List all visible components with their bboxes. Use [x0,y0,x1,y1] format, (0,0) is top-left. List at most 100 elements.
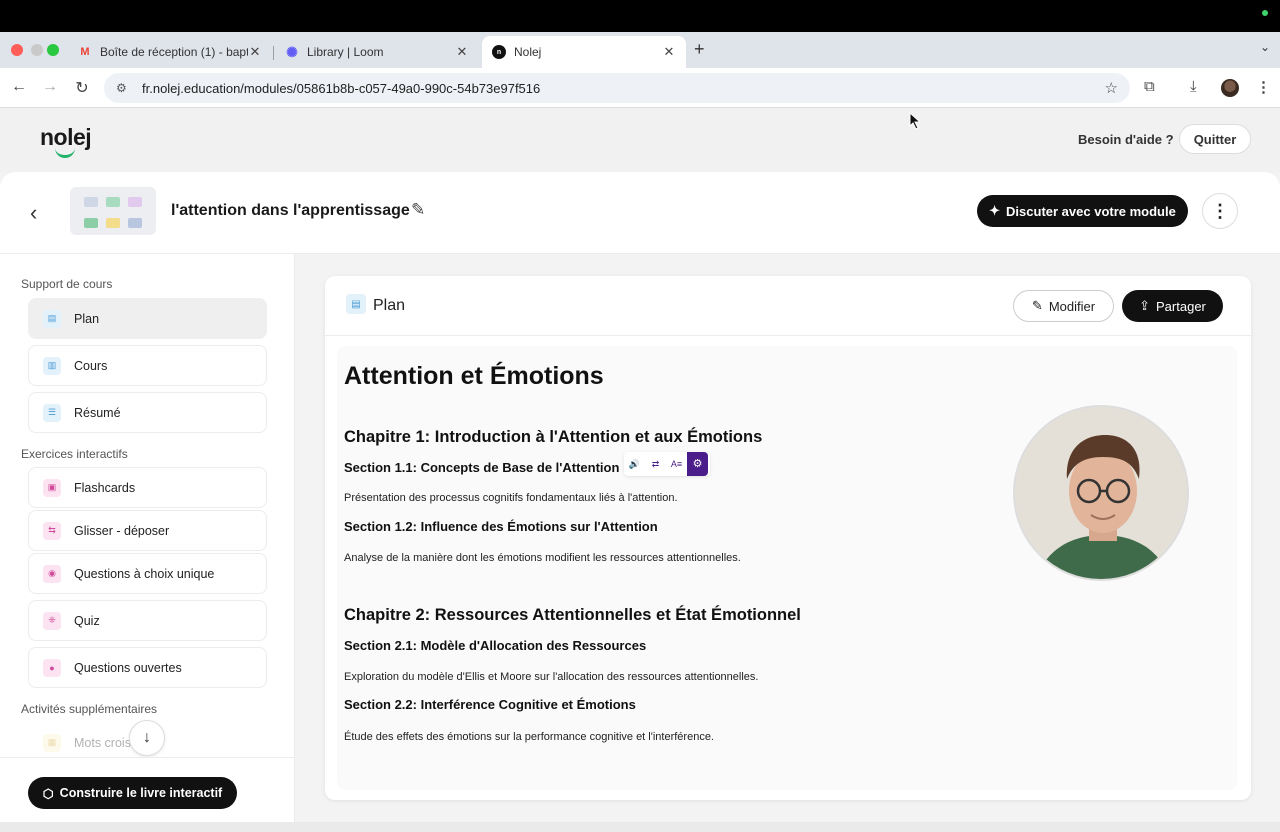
sidebar-item-open-questions[interactable]: ● Questions ouvertes [28,647,267,688]
build-interactive-book-button[interactable]: ⬡ Construire le livre interactif [28,777,237,809]
chat-button-label: Discuter avec votre module [1006,203,1176,219]
quit-button[interactable]: Quitter [1179,124,1251,154]
scroll-down-arrow-icon[interactable]: ↓ [129,720,165,756]
browser-tab-nolej[interactable]: n Nolej ✕ [482,36,686,68]
browser-tab-gmail[interactable]: M Boîte de réception (1) - baptis ✕ [68,36,272,68]
panel-header: ▤ Plan ✎ Modifier ⇪ Partager [325,276,1251,336]
tab-title: Nolej [514,45,542,59]
crossword-icon: ▦ [43,733,61,752]
build-button-label: Construire le livre interactif [59,786,223,800]
document-title: Attention et Émotions [344,362,604,390]
plan-icon: ▤ [43,309,61,328]
tab-close-icon[interactable]: ✕ [248,44,262,60]
window-close-icon[interactable] [11,44,23,56]
bookmark-star-icon[interactable]: ☆ [1105,79,1118,97]
sidebar-item-label: Flashcards [74,480,136,495]
sidebar-item-label: Plan [74,311,100,326]
app-header: nolej Besoin d'aide ? Quitter [0,108,1280,172]
speaker-icon[interactable]: 🔊 [624,459,645,470]
module-thumbnail [70,187,156,235]
modify-button[interactable]: ✎ Modifier [1013,290,1114,322]
reload-icon[interactable]: ↻ [72,78,92,98]
back-arrow-icon[interactable]: ← [9,78,29,96]
window-zoom-icon[interactable] [47,44,59,56]
presenter-video-image [1015,407,1187,579]
tab-close-icon[interactable]: ✕ [662,44,676,60]
nolej-icon: n [492,45,506,59]
cube-icon: ⬡ [42,786,54,801]
sidebar-item-label: Glisser - déposer [74,523,170,538]
sidebar-item-label: Questions à choix unique [74,566,215,581]
help-link[interactable]: Besoin d'aide ? [1078,132,1174,147]
tab-title: Boîte de réception (1) - baptis [100,45,248,59]
edit-title-pencil-icon[interactable]: ✎ [411,200,425,220]
section-title: Section 1.1: Concepts de Base de l'Atten… [344,460,620,475]
sidebar-item-cours[interactable]: ▥ Cours [28,345,267,386]
site-settings-icon[interactable]: ⚙ [116,81,130,95]
forward-arrow-icon[interactable]: → [40,78,60,96]
back-chevron-icon[interactable]: ‹ [30,200,37,226]
address-bar[interactable]: ⚙ fr.nolej.education/modules/05861b8b-c0… [104,73,1130,103]
drag-drop-icon: ⇆ [43,521,61,540]
course-icon: ▥ [43,356,61,375]
section-text: Présentation des processus cognitifs fon… [344,492,678,504]
sidebar-item-plan[interactable]: ▤ Plan [28,298,267,339]
sidebar-item-label: Résumé [74,405,121,420]
profile-avatar[interactable] [1221,79,1239,97]
sidebar-footer: ⬡ Construire le livre interactif [0,757,294,832]
open-questions-icon: ● [43,658,61,677]
reading-tools-toolbar: 🔊 ⇄ A≡ ⚙ [624,452,710,476]
webcam-overlay [1013,405,1189,581]
pencil-icon: ✎ [1031,298,1043,313]
sparkles-icon: ✦ [989,203,1001,218]
nolej-logo[interactable]: nolej [40,124,92,151]
section-title: Section 1.2: Influence des Émotions sur … [344,519,658,534]
share-label: Partager [1156,298,1206,314]
download-icon[interactable]: ⤓ [1190,78,1197,95]
module-bar: ‹ l'attention dans l'apprentissage ✎ ✦ D… [0,172,1280,254]
url-text: fr.nolej.education/modules/05861b8b-c057… [142,80,541,96]
share-button[interactable]: ⇪ Partager [1122,290,1223,322]
chapter-title: Chapitre 2: Ressources Attentionnelles e… [344,606,801,624]
sidebar-item-label: Questions ouvertes [74,660,182,675]
new-tab-icon[interactable]: + [694,39,705,60]
logo-smile-icon [55,148,75,158]
extensions-icon[interactable]: ⧉ [1144,78,1155,95]
sidebar-item-label: Quiz [74,613,100,628]
sidebar: Support de cours ▤ Plan ▥ Cours ☰ Résumé… [0,254,295,832]
sidebar-section-label: Activités supplémentaires [21,702,158,716]
browser-tab-strip: M Boîte de réception (1) - baptis ✕ ✺ Li… [0,32,1280,68]
tab-search-chevron-icon[interactable]: ⌄ [1260,40,1270,54]
window-minimize-icon[interactable] [31,44,43,56]
panel-title: Plan [373,297,406,314]
gear-icon[interactable]: ⚙ [687,452,708,476]
sidebar-item-resume[interactable]: ☰ Résumé [28,392,267,433]
flashcards-icon: ▣ [43,478,61,497]
sidebar-item-quiz[interactable]: ⁜ Quiz [28,600,267,641]
sidebar-item-flashcards[interactable]: ▣ Flashcards [28,467,267,508]
browser-tab-loom[interactable]: ✺ Library | Loom ✕ [275,36,479,68]
modify-label: Modifier [1048,298,1096,314]
translate-icon[interactable]: ⇄ [645,459,666,470]
sidebar-item-drag-drop[interactable]: ⇆ Glisser - déposer [28,510,267,551]
more-options-icon[interactable]: ⋮ [1202,193,1238,229]
sidebar-section-label: Exercices interactifs [21,447,128,461]
browser-toolbar: ← → ↻ ⚙ fr.nolej.education/modules/05861… [0,68,1280,108]
summary-list-icon: ☰ [43,403,61,422]
text-format-icon[interactable]: A≡ [666,459,687,469]
sidebar-item-single-choice[interactable]: ◉ Questions à choix unique [28,553,267,594]
section-text: Exploration du modèle d'Ellis et Moore s… [344,671,759,683]
share-icon: ⇪ [1139,298,1151,313]
recording-indicator-icon [1262,10,1268,16]
tab-close-icon[interactable]: ✕ [455,44,469,60]
chat-with-module-button[interactable]: ✦ Discuter avec votre module [977,195,1188,227]
sidebar-section-label: Support de cours [21,277,113,291]
section-title: Section 2.2: Interférence Cognitive et É… [344,697,636,712]
section-text: Analyse de la manière dont les émotions … [344,552,741,564]
browser-menu-icon[interactable]: ⋮ [1256,78,1271,96]
system-top-bar [0,0,1280,32]
loom-icon: ✺ [286,43,298,60]
quiz-icon: ⁜ [43,611,61,630]
section-title: Section 2.1: Modèle d'Allocation des Res… [344,638,647,653]
plan-icon: ▤ [346,294,366,314]
